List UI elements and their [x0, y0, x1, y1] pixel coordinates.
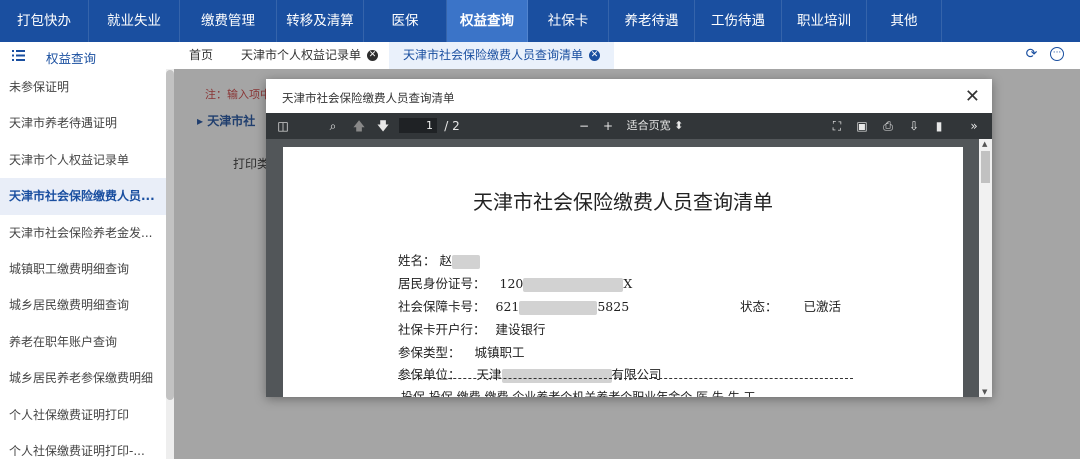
sidebar-title: 权益查询 — [46, 51, 97, 66]
tab-label: 天津市个人权益记录单 — [241, 48, 362, 62]
status-row: 状态： 已激活 — [740, 296, 841, 315]
nav-item-transfer[interactable]: 转移及清算 — [277, 0, 364, 42]
pdf-toolbar: ◫ ⌕ 🡅 🡇 1 / 2 − + 适合页宽 ⬍ ⛶ ▣ ⎙ ⇩ ▮ » — [266, 113, 992, 139]
print-icon[interactable]: ⎙ — [881, 118, 895, 134]
sidebar-item-uninsured-cert[interactable]: 未参保证明 — [0, 69, 166, 105]
pdf-scrollbar[interactable]: ▲ ▼ — [979, 139, 992, 397]
tab-bar: 首页 天津市个人权益记录单 ✕ 天津市社会保险缴费人员查询清单 ✕ ⟳ ··· — [174, 42, 1080, 70]
sidebar-header: 权益查询 — [0, 42, 174, 70]
zoom-out-icon[interactable]: − — [577, 118, 591, 134]
nav-item-social-card[interactable]: 社保卡 — [528, 0, 609, 42]
dialog-title: 天津市社会保险缴费人员查询清单 — [282, 91, 455, 105]
tab-home[interactable]: 首页 — [189, 42, 213, 69]
prev-page-icon[interactable]: 🡅 — [352, 118, 366, 134]
card-suffix: 5825 — [597, 299, 630, 314]
sidebar-item-urban-payment[interactable]: 城镇职工缴费明细查询 — [0, 251, 166, 287]
pdf-page: 天津市社会保险缴费人员查询清单 姓名： 赵 居民身份证号： 120 X 社会保障卡… — [283, 147, 963, 397]
id-row: 居民身份证号： 120 X — [398, 273, 632, 292]
nav-item-payment[interactable]: 缴费管理 — [180, 0, 277, 42]
nav-item-pension[interactable]: 养老待遇 — [609, 0, 695, 42]
pdf-viewer[interactable]: 天津市社会保险缴费人员查询清单 姓名： 赵 居民身份证号： 120 X 社会保障卡… — [266, 139, 992, 397]
sidebar: 未参保证明 天津市养老待遇证明 天津市个人权益记录单 天津市社会保险缴费人员..… — [0, 69, 166, 459]
status-value: 已激活 — [803, 299, 842, 314]
download-icon[interactable]: ⇩ — [907, 118, 921, 134]
nav-item-injury[interactable]: 工伤待遇 — [695, 0, 782, 42]
sidebar-item-rural-payment[interactable]: 城乡居民缴费明细查询 — [0, 287, 166, 323]
type-value: 城镇职工 — [474, 345, 525, 360]
name-row: 姓名： 赵 — [398, 250, 481, 269]
card-prefix: 621 — [495, 299, 520, 314]
zoom-value: 适合页宽 — [626, 119, 671, 132]
sidebar-toggle-icon[interactable]: ◫ — [276, 118, 290, 134]
page-number-input[interactable]: 1 — [399, 118, 437, 133]
close-icon[interactable]: ✕ — [367, 50, 379, 61]
page-total: / 2 — [444, 119, 460, 133]
nav-item-rights[interactable]: 权益查询 — [447, 0, 528, 42]
sidebar-item-pension-payout[interactable]: 天津市社会保险养老金发... — [0, 215, 166, 251]
sidebar-item-label: 天津市社会保险缴费人员... — [9, 189, 155, 204]
type-row: 参保类型： 城镇职工 — [398, 342, 525, 361]
more-icon[interactable]: ··· — [1050, 47, 1064, 61]
unit-row: 参保单位： 天津 有限公司 — [398, 364, 662, 383]
unit-prefix: 天津 — [476, 367, 502, 382]
nav-item-training[interactable]: 职业培训 — [782, 0, 867, 42]
table-header: 投保 投保 缴费 缴费 企业养老个机关养老个职业年金个 医 失 生 工 — [401, 390, 756, 397]
refresh-icon[interactable]: ⟳ — [1024, 47, 1039, 62]
name-value: 赵 — [439, 253, 453, 268]
top-nav: 打包快办 就业失业 缴费管理 转移及清算 医保 权益查询 社保卡 养老待遇 工伤… — [0, 0, 1080, 42]
sidebar-item-pension-cert[interactable]: 天津市养老待遇证明 — [0, 105, 166, 141]
nav-item-employment[interactable]: 就业失业 — [89, 0, 180, 42]
scroll-down-icon[interactable]: ▼ — [982, 388, 987, 396]
zoom-select[interactable]: 适合页宽 ⬍ — [622, 118, 688, 134]
nav-item-package[interactable]: 打包快办 — [0, 0, 89, 42]
bank-label: 社保卡开户行： — [398, 322, 486, 337]
nav-item-other[interactable]: 其他 — [867, 0, 942, 42]
document-title: 天津市社会保险缴费人员查询清单 — [473, 190, 773, 214]
nav-item-medical[interactable]: 医保 — [364, 0, 447, 42]
redaction — [501, 368, 612, 383]
redaction — [523, 277, 624, 292]
menu-icon[interactable] — [12, 50, 25, 61]
unit-label: 参保单位： — [398, 367, 461, 382]
sidebar-scroll-thumb[interactable] — [166, 70, 174, 400]
tab-rights-record[interactable]: 天津市个人权益记录单 ✕ — [241, 42, 379, 69]
sidebar-item-payment-print-2[interactable]: 个人社保缴费证明打印-... — [0, 433, 166, 459]
open-file-icon[interactable]: ▣ — [855, 118, 869, 134]
close-icon[interactable]: ✕ — [589, 50, 601, 61]
zoom-in-icon[interactable]: + — [601, 118, 615, 134]
name-label: 姓名： — [398, 253, 436, 268]
sidebar-item-payment-print[interactable]: 个人社保缴费证明打印 — [0, 397, 166, 433]
table-divider — [398, 378, 853, 379]
next-page-icon[interactable]: 🡇 — [376, 118, 390, 134]
pdf-dialog: 天津市社会保险缴费人员查询清单 ✕ ◫ ⌕ 🡅 🡇 1 / 2 − + 适合页宽… — [266, 79, 992, 397]
id-label: 居民身份证号： — [398, 276, 486, 291]
redaction — [519, 300, 598, 315]
sidebar-item-rural-pension[interactable]: 城乡居民养老参保缴费明细 — [0, 360, 166, 396]
id-prefix: 120 — [499, 276, 524, 291]
bank-row: 社保卡开户行： 建设银行 — [398, 319, 546, 338]
tab-payer-query[interactable]: 天津市社会保险缴费人员查询清单 ✕ — [389, 42, 615, 69]
redaction — [452, 254, 481, 269]
type-label: 参保类型： — [398, 345, 461, 360]
bank-value: 建设银行 — [495, 322, 546, 337]
id-suffix: X — [623, 276, 633, 291]
unit-suffix: 有限公司 — [611, 367, 662, 382]
pdf-scroll-thumb[interactable] — [981, 151, 990, 183]
more-tools-icon[interactable]: » — [966, 118, 982, 134]
close-icon[interactable]: ✕ — [965, 86, 980, 107]
sidebar-item-rights-record[interactable]: 天津市个人权益记录单 — [0, 142, 166, 178]
card-row: 社会保障卡号： 621 5825 — [398, 296, 629, 315]
tab-label: 首页 — [189, 48, 214, 62]
tab-label: 天津市社会保险缴费人员查询清单 — [403, 48, 584, 62]
search-icon[interactable]: ⌕ — [326, 118, 340, 134]
card-label: 社会保障卡号： — [398, 299, 486, 314]
status-label: 状态： — [740, 299, 778, 314]
fullscreen-icon[interactable]: ⛶ — [830, 118, 844, 134]
sidebar-item-payer-query[interactable]: 天津市社会保险缴费人员... — [0, 178, 166, 215]
sidebar-item-pension-account[interactable]: 养老在职年账户查询 — [0, 324, 166, 360]
bookmark-icon[interactable]: ▮ — [932, 118, 946, 134]
scroll-up-icon[interactable]: ▲ — [982, 140, 987, 148]
